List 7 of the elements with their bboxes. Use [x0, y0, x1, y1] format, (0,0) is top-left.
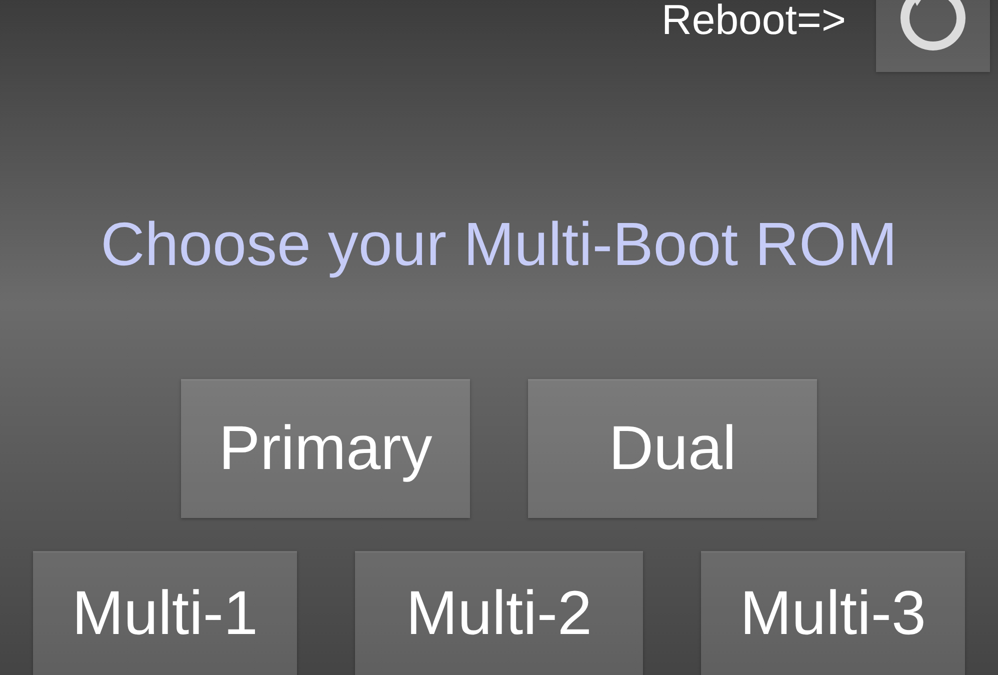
screen-title: Choose your Multi-Boot ROM — [100, 209, 898, 280]
rom-option-button[interactable]: Dual — [528, 379, 817, 518]
rom-option-button[interactable]: Multi-3 — [701, 551, 965, 675]
rom-option-button[interactable]: Primary — [181, 379, 470, 518]
reboot-label: Reboot=> — [662, 0, 846, 44]
rom-option-button[interactable]: Multi-1 — [33, 551, 297, 675]
rom-option-button[interactable]: Multi-2 — [355, 551, 643, 675]
